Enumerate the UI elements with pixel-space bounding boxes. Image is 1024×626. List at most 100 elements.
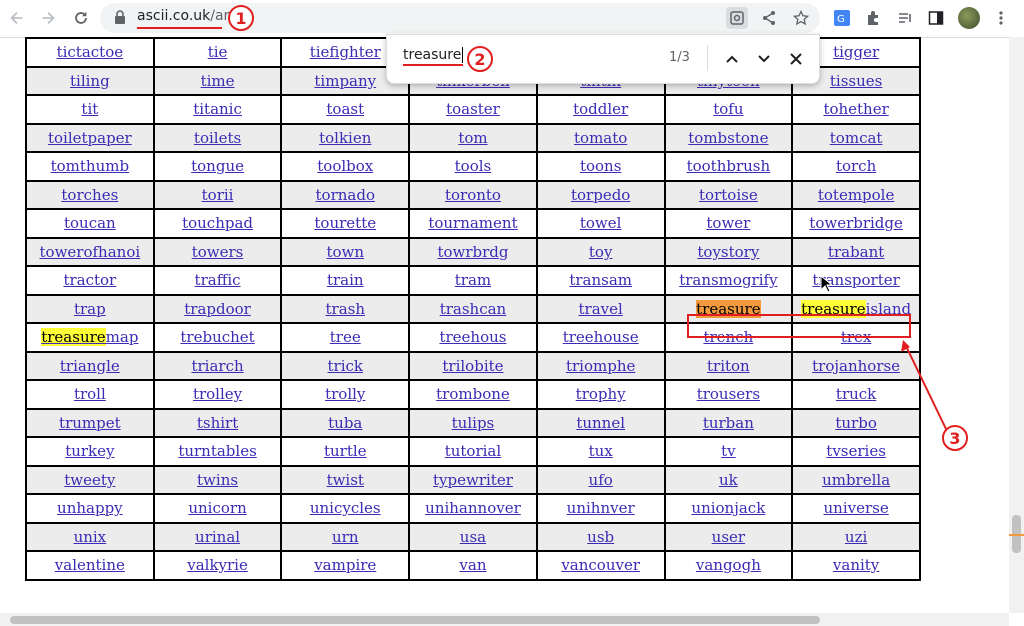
art-link[interactable]: towerofhanoi xyxy=(40,243,141,261)
reload-button[interactable] xyxy=(67,4,95,32)
art-link[interactable]: twins xyxy=(197,471,238,489)
art-link[interactable]: ufo xyxy=(589,471,613,489)
art-link[interactable]: toiletpaper xyxy=(48,129,132,147)
art-link[interactable]: tolkien xyxy=(319,129,371,147)
horizontal-scrollbar-thumb[interactable] xyxy=(10,616,820,624)
art-link[interactable]: tshirt xyxy=(197,414,238,432)
art-link[interactable]: trilobite xyxy=(442,357,503,375)
art-link[interactable]: vancouver xyxy=(561,556,640,574)
bookmark-star-icon[interactable] xyxy=(791,8,811,28)
art-link[interactable]: triangle xyxy=(60,357,120,375)
art-link[interactable]: urinal xyxy=(195,528,240,546)
art-link[interactable]: trap xyxy=(74,300,106,318)
art-link[interactable]: trashcan xyxy=(440,300,507,318)
art-link[interactable]: totempole xyxy=(818,186,895,204)
side-panel-icon[interactable] xyxy=(926,8,946,28)
art-link[interactable]: traffic xyxy=(195,271,241,289)
art-link[interactable]: tower xyxy=(706,214,750,232)
art-link[interactable]: towel xyxy=(580,214,622,232)
art-link[interactable]: valkyrie xyxy=(187,556,248,574)
art-link[interactable]: tournament xyxy=(428,214,517,232)
art-link[interactable]: truck xyxy=(836,385,876,403)
art-link[interactable]: toons xyxy=(580,157,621,175)
art-link[interactable]: turbo xyxy=(835,414,877,432)
art-link[interactable]: usb xyxy=(587,528,614,546)
art-link[interactable]: trumpet xyxy=(59,414,121,432)
url-text[interactable]: ascii.co.uk/art xyxy=(137,8,235,24)
art-link[interactable]: unicycles xyxy=(310,499,381,517)
art-link[interactable]: tvseries xyxy=(826,442,886,460)
art-link[interactable]: uk xyxy=(719,471,738,489)
art-link[interactable]: toystory xyxy=(697,243,759,261)
search-lens-icon[interactable] xyxy=(726,7,748,29)
extensions-puzzle-icon[interactable] xyxy=(863,8,883,28)
art-link[interactable]: towers xyxy=(192,243,244,261)
profile-avatar[interactable] xyxy=(958,7,980,29)
art-link[interactable]: tongue xyxy=(191,157,244,175)
art-link[interactable]: tourette xyxy=(314,214,376,232)
art-link[interactable]: usa xyxy=(460,528,486,546)
art-link[interactable]: trash xyxy=(326,300,366,318)
art-link[interactable]: tunnel xyxy=(576,414,625,432)
art-link[interactable]: tohether xyxy=(823,100,888,118)
art-link[interactable]: toothbrush xyxy=(687,157,771,175)
art-link[interactable]: tomthumb xyxy=(51,157,129,175)
art-link[interactable]: trebuchet xyxy=(180,328,254,346)
art-link[interactable]: tortoise xyxy=(699,186,758,204)
find-close-button[interactable] xyxy=(784,47,808,71)
art-link[interactable]: tom xyxy=(458,129,487,147)
art-link[interactable]: towerbridge xyxy=(809,214,903,232)
art-link[interactable]: tit xyxy=(81,100,98,118)
art-link[interactable]: valentine xyxy=(55,556,125,574)
art-link[interactable]: trick xyxy=(328,357,364,375)
find-next-button[interactable] xyxy=(752,47,776,71)
art-link[interactable]: uzi xyxy=(845,528,867,546)
art-link[interactable]: turban xyxy=(703,414,754,432)
art-link[interactable]: torpedo xyxy=(571,186,630,204)
art-link[interactable]: tornado xyxy=(316,186,375,204)
art-link[interactable]: toddler xyxy=(573,100,628,118)
art-link[interactable]: tools xyxy=(455,157,492,175)
art-link[interactable]: trolly xyxy=(325,385,365,403)
art-link[interactable]: typewriter xyxy=(433,471,513,489)
art-link[interactable]: toy xyxy=(589,243,613,261)
find-input[interactable]: treasure xyxy=(403,47,464,66)
art-link[interactable]: toaster xyxy=(446,100,500,118)
art-link[interactable]: tractor xyxy=(63,271,116,289)
art-link[interactable]: triton xyxy=(707,357,750,375)
art-link[interactable]: unicorn xyxy=(188,499,246,517)
horizontal-scrollbar[interactable] xyxy=(0,613,1009,626)
art-link[interactable]: vampire xyxy=(314,556,376,574)
art-link[interactable]: unihannover xyxy=(425,499,521,517)
art-link[interactable]: train xyxy=(327,271,364,289)
art-link[interactable]: vangogh xyxy=(696,556,761,574)
art-link[interactable]: tulips xyxy=(452,414,495,432)
share-icon[interactable] xyxy=(759,8,779,28)
art-link[interactable]: treehouse xyxy=(563,328,639,346)
art-link[interactable]: trousers xyxy=(697,385,760,403)
art-link[interactable]: trolley xyxy=(193,385,242,403)
art-link[interactable]: tie xyxy=(208,43,228,61)
art-link[interactable]: treehous xyxy=(439,328,506,346)
art-link[interactable]: van xyxy=(459,556,486,574)
art-link[interactable]: tofu xyxy=(713,100,743,118)
art-link[interactable]: toronto xyxy=(445,186,501,204)
art-link[interactable]: tram xyxy=(455,271,491,289)
art-link[interactable]: town xyxy=(326,243,364,261)
art-link[interactable]: trombone xyxy=(436,385,510,403)
art-link[interactable]: tweety xyxy=(64,471,115,489)
art-link[interactable]: trabant xyxy=(828,243,884,261)
art-link[interactable]: triomphe xyxy=(566,357,635,375)
art-link[interactable]: trapdoor xyxy=(184,300,251,318)
art-link[interactable]: treasuremap xyxy=(41,328,138,347)
art-link[interactable]: torii xyxy=(202,186,234,204)
art-link[interactable]: turntables xyxy=(178,442,256,460)
art-link[interactable]: transam xyxy=(569,271,632,289)
forward-button[interactable] xyxy=(34,4,62,32)
art-link[interactable]: tv xyxy=(721,442,736,460)
art-link[interactable]: toast xyxy=(326,100,364,118)
art-link[interactable]: tiefighter xyxy=(310,43,381,61)
art-link[interactable]: trophy xyxy=(576,385,626,403)
art-link[interactable]: tictactoe xyxy=(57,43,124,61)
art-link[interactable]: unionjack xyxy=(691,499,765,517)
